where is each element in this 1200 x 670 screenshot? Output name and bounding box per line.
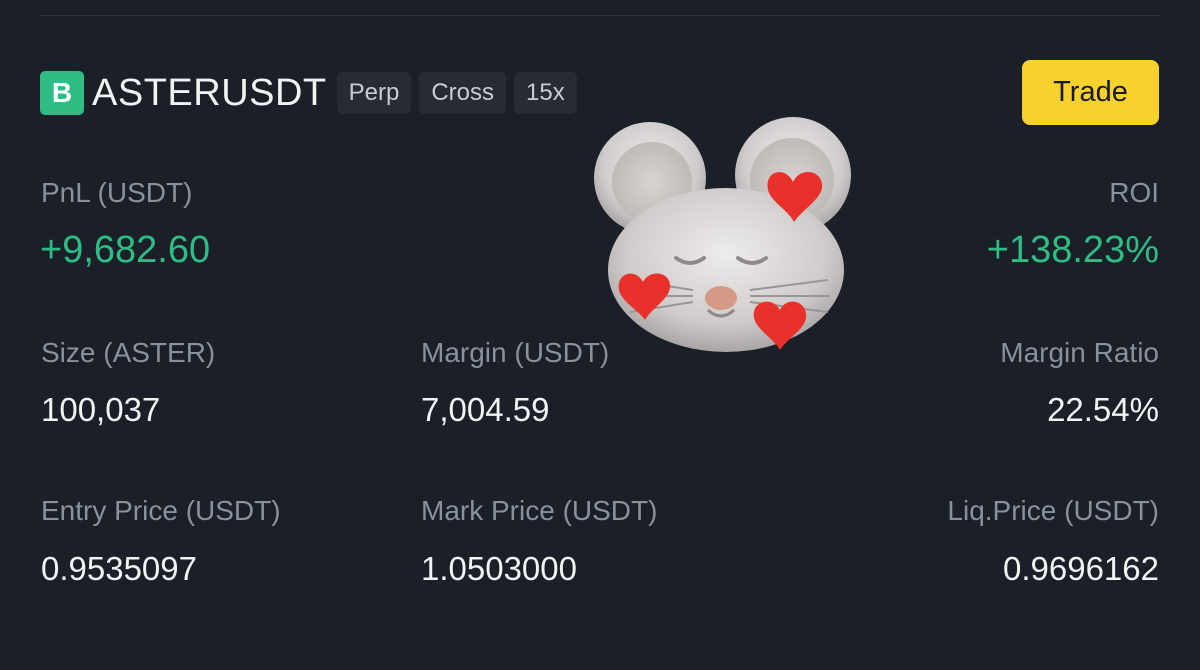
size-value: 100,037 [41, 391, 161, 428]
size-label: Size (ASTER) [41, 337, 216, 368]
pnl-label: PnL (USDT) [41, 177, 193, 208]
pnl-value: +9,682.60 [40, 229, 211, 271]
top-divider [40, 15, 1160, 16]
margin-ratio-label: Margin Ratio [1000, 337, 1159, 368]
roi-value: +138.23% [986, 229, 1159, 271]
symbol-title: ASTERUSDT [92, 71, 327, 114]
tag-leverage[interactable]: 15x [514, 72, 577, 114]
mark-price-value: 1.0503000 [421, 550, 577, 587]
entry-price-value: 0.9535097 [41, 550, 197, 587]
entry-price-label: Entry Price (USDT) [41, 495, 281, 526]
margin-label: Margin (USDT) [421, 337, 610, 368]
position-header: B ASTERUSDT Perp Cross 15x [40, 71, 577, 115]
liq-price-value: 0.9696162 [1003, 550, 1159, 587]
roi-label: ROI [1109, 177, 1159, 208]
mark-price-label: Mark Price (USDT) [421, 495, 658, 526]
tag-perp: Perp [336, 72, 412, 114]
liq-price-label: Liq.Price (USDT) [947, 495, 1159, 526]
margin-value: 7,004.59 [421, 391, 550, 428]
side-badge: B [40, 71, 84, 115]
margin-ratio-value: 22.54% [1047, 391, 1159, 428]
trade-button[interactable]: Trade [1022, 60, 1159, 125]
mouse-with-hearts-emoji-icon [588, 110, 868, 360]
tag-margin-mode: Cross [419, 72, 507, 114]
